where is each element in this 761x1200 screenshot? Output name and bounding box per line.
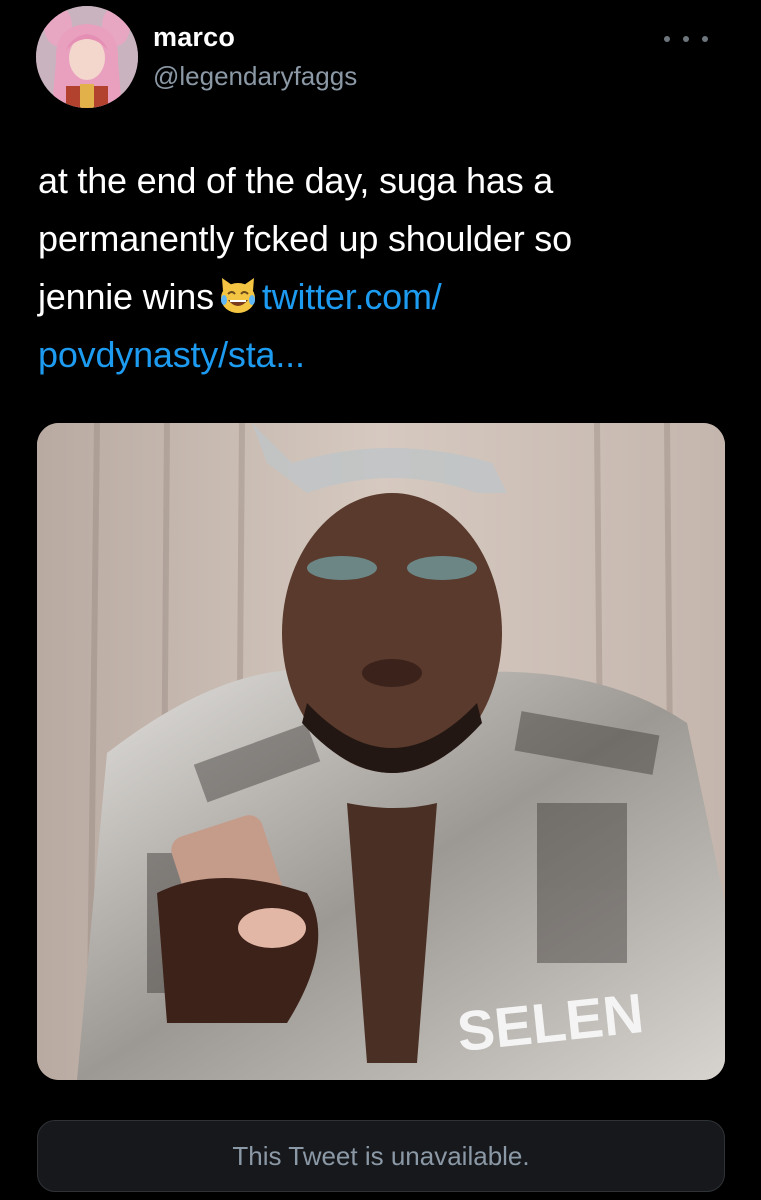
avatar-image — [36, 6, 138, 108]
tweet-media-photo[interactable]: SELEN — [37, 423, 725, 1080]
tweet-text-line: jennie wins — [38, 276, 214, 317]
more-options-icon[interactable] — [664, 24, 708, 54]
photo-image: SELEN — [37, 423, 725, 1080]
author-display-name[interactable]: marco — [153, 22, 235, 53]
tweet-link[interactable]: twitter.com/ — [262, 276, 442, 317]
tweet[interactable]: marco @legendaryfaggs at the end of the … — [0, 0, 761, 1200]
tweet-text: at the end of the day, suga has a perman… — [38, 152, 728, 384]
tweet-text-line: at the end of the day, suga has a — [38, 160, 554, 201]
author-handle[interactable]: @legendaryfaggs — [153, 61, 357, 92]
unavailable-message: This Tweet is unavailable. — [232, 1140, 530, 1171]
profile-avatar[interactable] — [36, 6, 138, 108]
tears-of-joy-cat-emoji — [220, 278, 255, 313]
tweet-link-continued[interactable]: povdynasty/sta... — [38, 334, 305, 375]
more-dot — [683, 36, 689, 42]
more-dot — [702, 36, 708, 42]
tweet-text-line: permanently fcked up shoulder so — [38, 218, 572, 259]
more-dot — [664, 36, 670, 42]
unavailable-quoted-tweet[interactable]: This Tweet is unavailable. — [37, 1120, 725, 1192]
